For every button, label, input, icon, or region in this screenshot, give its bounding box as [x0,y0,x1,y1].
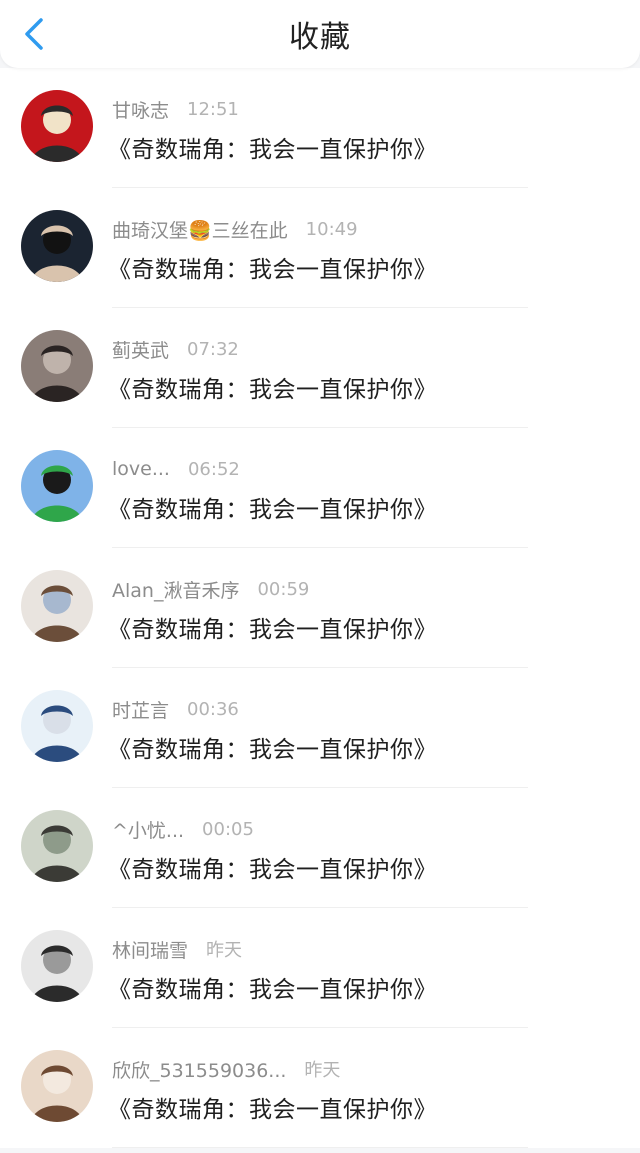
avatar[interactable] [21,450,93,522]
timestamp: 12:51 [187,98,239,120]
item-meta: love... 06:52 [112,456,240,482]
top-bar: 收藏 [0,0,640,68]
timestamp: 10:49 [305,218,358,240]
list-item[interactable]: 林间瑞雪 昨天 《奇数瑞角：我会一直保护你》 [0,908,640,1028]
message-preview[interactable]: 《奇数瑞角：我会一直保护你》 [108,130,437,164]
sender-name[interactable]: 曲琦汉堡🍔三丝在此 [112,216,288,243]
timestamp: 00:36 [187,698,239,720]
sender-name[interactable]: 欣欣_531559036... [112,1056,286,1083]
item-meta: 甘咏志 12:51 [112,96,239,122]
message-preview[interactable]: 《奇数瑞角：我会一直保护你》 [108,610,437,644]
avatar[interactable] [21,330,93,402]
avatar-image [21,450,93,522]
list-item[interactable]: Alan_湫音禾序 00:59 《奇数瑞角：我会一直保护你》 [0,548,640,668]
message-preview[interactable]: 《奇数瑞角：我会一直保护你》 [108,250,437,284]
timestamp: 00:59 [257,578,310,600]
avatar-image [21,930,93,1002]
avatar[interactable] [21,210,93,282]
sender-name[interactable]: 林间瑞雪 [112,936,188,963]
list-item[interactable]: ^小忧... 00:05 《奇数瑞角：我会一直保护你》 [0,788,640,908]
list-item[interactable]: 甘咏志 12:51 《奇数瑞角：我会一直保护你》 [0,68,640,188]
item-meta: 蓟英武 07:32 [112,336,239,362]
sender-name[interactable]: 甘咏志 [112,96,169,123]
avatar-image [21,570,93,642]
list-item[interactable]: 时芷言 00:36 《奇数瑞角：我会一直保护你》 [0,668,640,788]
sender-name[interactable]: 蓟英武 [112,336,169,363]
avatar[interactable] [21,1050,93,1122]
list-item[interactable]: 欣欣_531559036... 昨天 《奇数瑞角：我会一直保护你》 [0,1028,640,1148]
sender-name[interactable]: Alan_湫音禾序 [112,576,239,603]
message-preview[interactable]: 《奇数瑞角：我会一直保护你》 [108,850,437,884]
avatar[interactable] [21,930,93,1002]
avatar[interactable] [21,810,93,882]
message-preview[interactable]: 《奇数瑞角：我会一直保护你》 [108,970,437,1004]
avatar-image [21,810,93,882]
timestamp: 07:32 [187,338,239,360]
avatar-image [21,1050,93,1122]
sender-name[interactable]: ^小忧... [112,816,184,843]
list-item[interactable]: 曲琦汉堡🍔三丝在此 10:49 《奇数瑞角：我会一直保护你》 [0,188,640,308]
item-meta: 欣欣_531559036... 昨天 [112,1056,340,1082]
timestamp: 昨天 [206,940,243,961]
message-preview[interactable]: 《奇数瑞角：我会一直保护你》 [108,490,437,524]
item-meta: ^小忧... 00:05 [112,816,254,842]
item-meta: 时芷言 00:36 [112,696,239,722]
item-meta: 曲琦汉堡🍔三丝在此 10:49 [112,216,358,242]
avatar[interactable] [21,90,93,162]
avatar-image [21,690,93,762]
sender-name[interactable]: 时芷言 [112,696,169,723]
item-meta: Alan_湫音禾序 00:59 [112,576,309,602]
avatar[interactable] [21,690,93,762]
favorites-list: 甘咏志 12:51 《奇数瑞角：我会一直保护你》 曲琦汉堡🍔三丝在此 10:49… [0,68,640,1148]
avatar-image [21,330,93,402]
message-preview[interactable]: 《奇数瑞角：我会一直保护你》 [108,370,437,404]
avatar-image [21,90,93,162]
list-item[interactable]: 蓟英武 07:32 《奇数瑞角：我会一直保护你》 [0,308,640,428]
message-preview[interactable]: 《奇数瑞角：我会一直保护你》 [108,1090,437,1124]
timestamp: 06:52 [187,458,240,480]
message-preview[interactable]: 《奇数瑞角：我会一直保护你》 [108,730,437,764]
avatar[interactable] [21,570,93,642]
avatar-image [21,210,93,282]
item-meta: 林间瑞雪 昨天 [112,936,242,962]
timestamp: 00:05 [202,818,254,840]
divider [112,1147,528,1148]
list-item[interactable]: love... 06:52 《奇数瑞角：我会一直保护你》 [0,428,640,548]
timestamp: 昨天 [304,1060,341,1081]
sender-name[interactable]: love... [112,458,170,480]
page-title: 收藏 [289,20,351,55]
